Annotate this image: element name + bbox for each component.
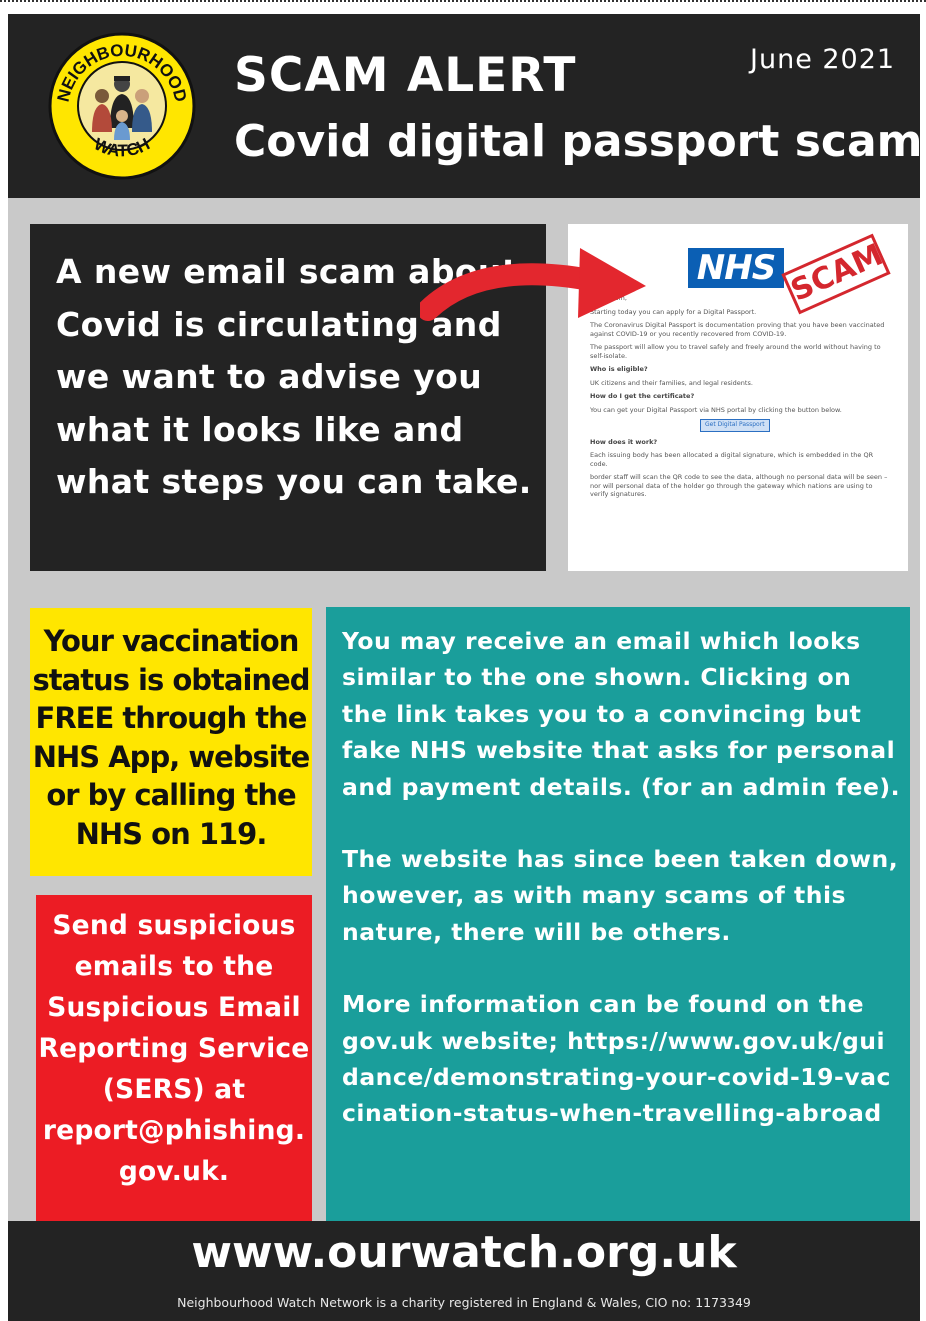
info-text: You may receive an email which looks sim… <box>342 623 902 1132</box>
free-status-box: Your vaccination status is obtained FREE… <box>30 608 312 876</box>
free-status-text: Your vaccination status is obtained FREE… <box>32 624 311 851</box>
issue-date: June 2021 <box>750 44 896 75</box>
website-url[interactable]: www.ourwatch.org.uk <box>8 1227 920 1278</box>
report-text: Send suspicious emails to the Suspicious… <box>38 910 310 1187</box>
nhs-logo: NHS <box>688 248 784 288</box>
get-digital-passport-button: Get Digital Passport <box>700 419 770 432</box>
footer: www.ourwatch.org.uk Neighbourhood Watch … <box>8 1221 920 1321</box>
dotted-border <box>0 0 926 6</box>
red-arrow-icon <box>420 248 646 321</box>
email-answer: border staff will scan the QR code to se… <box>590 473 888 498</box>
email-question: How do I get the certificate? <box>590 392 695 400</box>
email-answer: Each issuing body has been allocated a d… <box>590 451 874 468</box>
info-paragraph: You may receive an email which looks sim… <box>342 627 901 801</box>
charity-note: Neighbourhood Watch Network is a charity… <box>177 1295 751 1310</box>
info-box: You may receive an email which looks sim… <box>326 607 910 1304</box>
alert-title: SCAM ALERT <box>234 48 577 103</box>
header: NEIGHBOURHOOD WATCH SCAM ALERT Covid dig… <box>8 14 923 198</box>
email-answer: You can get your Digital Passport via NH… <box>590 405 842 414</box>
email-question: How does it work? <box>590 437 658 446</box>
email-line: The passport will allow you to travel sa… <box>590 343 881 360</box>
email-question: Who is eligible? <box>590 365 648 373</box>
scam-alert-poster: NEIGHBOURHOOD WATCH SCAM ALERT Covid dig… <box>8 14 923 1321</box>
info-paragraph: The website has since been taken down, h… <box>342 845 899 946</box>
neighbourhood-watch-logo: NEIGHBOURHOOD WATCH <box>48 32 196 180</box>
alert-subtitle: Covid digital passport scam <box>234 116 923 167</box>
email-answer: UK citizens and their families, and lega… <box>590 378 753 387</box>
